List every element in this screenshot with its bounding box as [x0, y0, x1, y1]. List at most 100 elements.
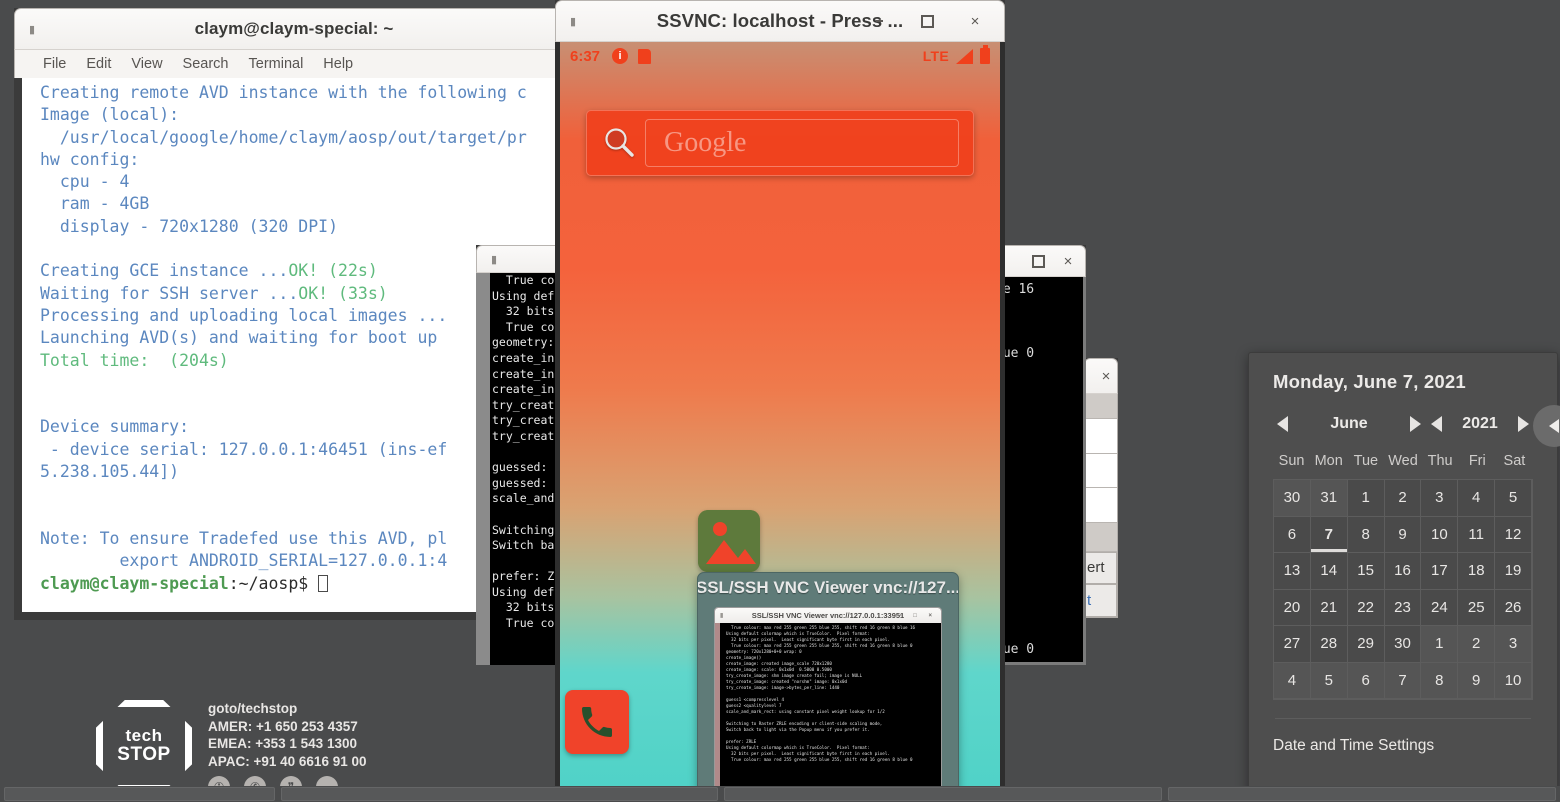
taskbar-item[interactable] — [724, 787, 1162, 801]
prev-month-button[interactable] — [1277, 416, 1288, 432]
calendar-day[interactable]: 22 — [1348, 590, 1385, 627]
calendar-day[interactable]: 23 — [1385, 590, 1422, 627]
menu-terminal[interactable]: Terminal — [249, 56, 304, 72]
calendar-day-selected[interactable]: 7 — [1311, 517, 1348, 554]
calendar-day[interactable]: 21 — [1311, 590, 1348, 627]
calendar-day[interactable]: 11 — [1458, 517, 1495, 554]
calendar-day[interactable]: 2 — [1458, 626, 1495, 663]
calendar-day[interactable]: 12 — [1495, 517, 1532, 554]
calendar-day[interactable]: 7 — [1385, 663, 1422, 700]
calendar-day[interactable]: 2 — [1385, 480, 1422, 517]
weekday-label: Thu — [1422, 453, 1459, 469]
terminal-line: ram - 4GB — [40, 194, 149, 213]
calendar-day[interactable]: 5 — [1311, 663, 1348, 700]
next-month-button[interactable] — [1410, 416, 1421, 432]
calendar-day[interactable]: 30 — [1385, 626, 1422, 663]
nested-vnc-title: SSL/SSH VNC Viewer vnc://127... — [698, 573, 958, 603]
calendar-day[interactable]: 16 — [1385, 553, 1422, 590]
nested-vnc-inner-window[interactable]: ▮ SSL/SSH VNC Viewer vnc://127.0.0.1:339… — [714, 607, 942, 798]
taskbar-item[interactable] — [4, 787, 275, 801]
next-year-button[interactable] — [1518, 416, 1529, 432]
terminal-menubar[interactable]: File Edit View Search Terminal Help — [14, 50, 574, 78]
phone-app-icon[interactable] — [565, 690, 629, 754]
ssvnc-titlebar[interactable]: ▮ SSVNC: localhost - Press ... × — [555, 0, 1005, 42]
dialog-alert-button[interactable]: ert — [1085, 552, 1117, 585]
calendar-day[interactable]: 28 — [1311, 626, 1348, 663]
calendar-day[interactable]: 20 — [1274, 590, 1311, 627]
terminal-status-text: Creating GCE instance ... — [40, 261, 288, 280]
calendar-day[interactable]: 8 — [1348, 517, 1385, 554]
close-button[interactable]: × — [1099, 369, 1113, 383]
terminal-line: Image (local): — [40, 105, 179, 124]
calendar-day[interactable]: 3 — [1495, 626, 1532, 663]
terminal-line: hw config: — [40, 150, 139, 169]
calendar-day[interactable]: 9 — [1458, 663, 1495, 700]
maximize-button[interactable] — [1031, 254, 1045, 268]
calendar-day[interactable]: 10 — [1421, 517, 1458, 554]
techstop-emea: EMEA: +353 1 543 1300 — [208, 735, 366, 753]
dialog-link-button[interactable]: t — [1085, 584, 1117, 617]
calendar-day[interactable]: 14 — [1311, 553, 1348, 590]
magnifier-icon[interactable] — [593, 126, 645, 160]
terminal-titlebar[interactable]: ▮ claym@claym-special: ~ — [14, 8, 574, 50]
weekday-label: Wed — [1384, 453, 1421, 469]
photos-app-icon[interactable] — [698, 510, 760, 572]
calendar-day[interactable]: 4 — [1274, 663, 1311, 700]
calendar-day[interactable]: 9 — [1385, 517, 1422, 554]
calendar-day[interactable]: 5 — [1495, 480, 1532, 517]
calendar-day[interactable]: 19 — [1495, 553, 1532, 590]
calendar-day[interactable]: 1 — [1421, 626, 1458, 663]
menu-edit[interactable]: Edit — [86, 56, 111, 72]
chevron-left-icon — [1549, 419, 1559, 433]
calendar-day[interactable]: 3 — [1421, 480, 1458, 517]
calendar-day[interactable]: 10 — [1495, 663, 1532, 700]
calendar-day[interactable]: 4 — [1458, 480, 1495, 517]
calendar-day[interactable]: 17 — [1421, 553, 1458, 590]
minimize-button[interactable] — [872, 14, 886, 28]
taskbar-item[interactable] — [1168, 787, 1556, 801]
dialog-input-field[interactable] — [1085, 419, 1117, 454]
close-button[interactable]: × — [1061, 254, 1075, 268]
prev-year-button[interactable] — [1431, 416, 1442, 432]
dialog-input-field[interactable] — [1085, 454, 1117, 489]
calendar-collapse-button[interactable] — [1533, 405, 1560, 447]
calendar-day[interactable]: 27 — [1274, 626, 1311, 663]
calendar-day[interactable]: 25 — [1458, 590, 1495, 627]
terminal-status-text: Waiting for SSH server ... — [40, 284, 298, 303]
nested-window-buttons[interactable]: - □ × — [900, 613, 937, 619]
search-input[interactable]: Google — [645, 119, 959, 167]
calendar-day[interactable]: 1 — [1348, 480, 1385, 517]
menu-view[interactable]: View — [131, 56, 162, 72]
menu-help[interactable]: Help — [323, 56, 353, 72]
close-button[interactable]: × — [968, 14, 982, 28]
calendar-day[interactable]: 31 — [1311, 480, 1348, 517]
techstop-logo-line2: STOP — [117, 745, 170, 765]
nested-vnc-inner-titlebar[interactable]: ▮ SSL/SSH VNC Viewer vnc://127.0.0.1:339… — [715, 608, 941, 623]
calendar-popup[interactable]: Monday, June 7, 2021 June 2021 Sun Mon T… — [1248, 352, 1558, 800]
date-time-settings-link[interactable]: Date and Time Settings — [1273, 737, 1533, 755]
dialog-input-field[interactable] — [1085, 488, 1117, 523]
dialog-titlebar[interactable]: × — [1084, 358, 1118, 394]
settings-dialog[interactable]: × ert t — [1084, 358, 1118, 618]
calendar-day[interactable]: 6 — [1348, 663, 1385, 700]
google-search-widget[interactable]: Google — [586, 110, 974, 176]
calendar-day[interactable]: 30 — [1274, 480, 1311, 517]
menu-file[interactable]: File — [43, 56, 66, 72]
menu-search[interactable]: Search — [183, 56, 229, 72]
calendar-day[interactable]: 18 — [1458, 553, 1495, 590]
calendar-day[interactable]: 8 — [1421, 663, 1458, 700]
terminal-export: export ANDROID_SERIAL=127.0.0.1:4 — [40, 551, 447, 570]
maximize-button[interactable] — [920, 14, 934, 28]
taskbar-item[interactable] — [281, 787, 719, 801]
ssvnc-window[interactable]: ▮ SSVNC: localhost - Press ... × 6:37 i … — [555, 0, 1005, 798]
nested-vnc-viewer[interactable]: SSL/SSH VNC Viewer vnc://127... ▮ SSL/SS… — [697, 572, 959, 798]
calendar-day[interactable]: 15 — [1348, 553, 1385, 590]
calendar-day[interactable]: 6 — [1274, 517, 1311, 554]
calendar-day[interactable]: 24 — [1421, 590, 1458, 627]
calendar-day[interactable]: 29 — [1348, 626, 1385, 663]
calendar-grid[interactable]: 3031123456789101112131415161718192021222… — [1273, 479, 1533, 700]
calendar-day[interactable]: 13 — [1274, 553, 1311, 590]
taskbar[interactable] — [0, 786, 1560, 802]
android-screen[interactable]: 6:37 i LTE Google — [555, 42, 1005, 798]
calendar-day[interactable]: 26 — [1495, 590, 1532, 627]
